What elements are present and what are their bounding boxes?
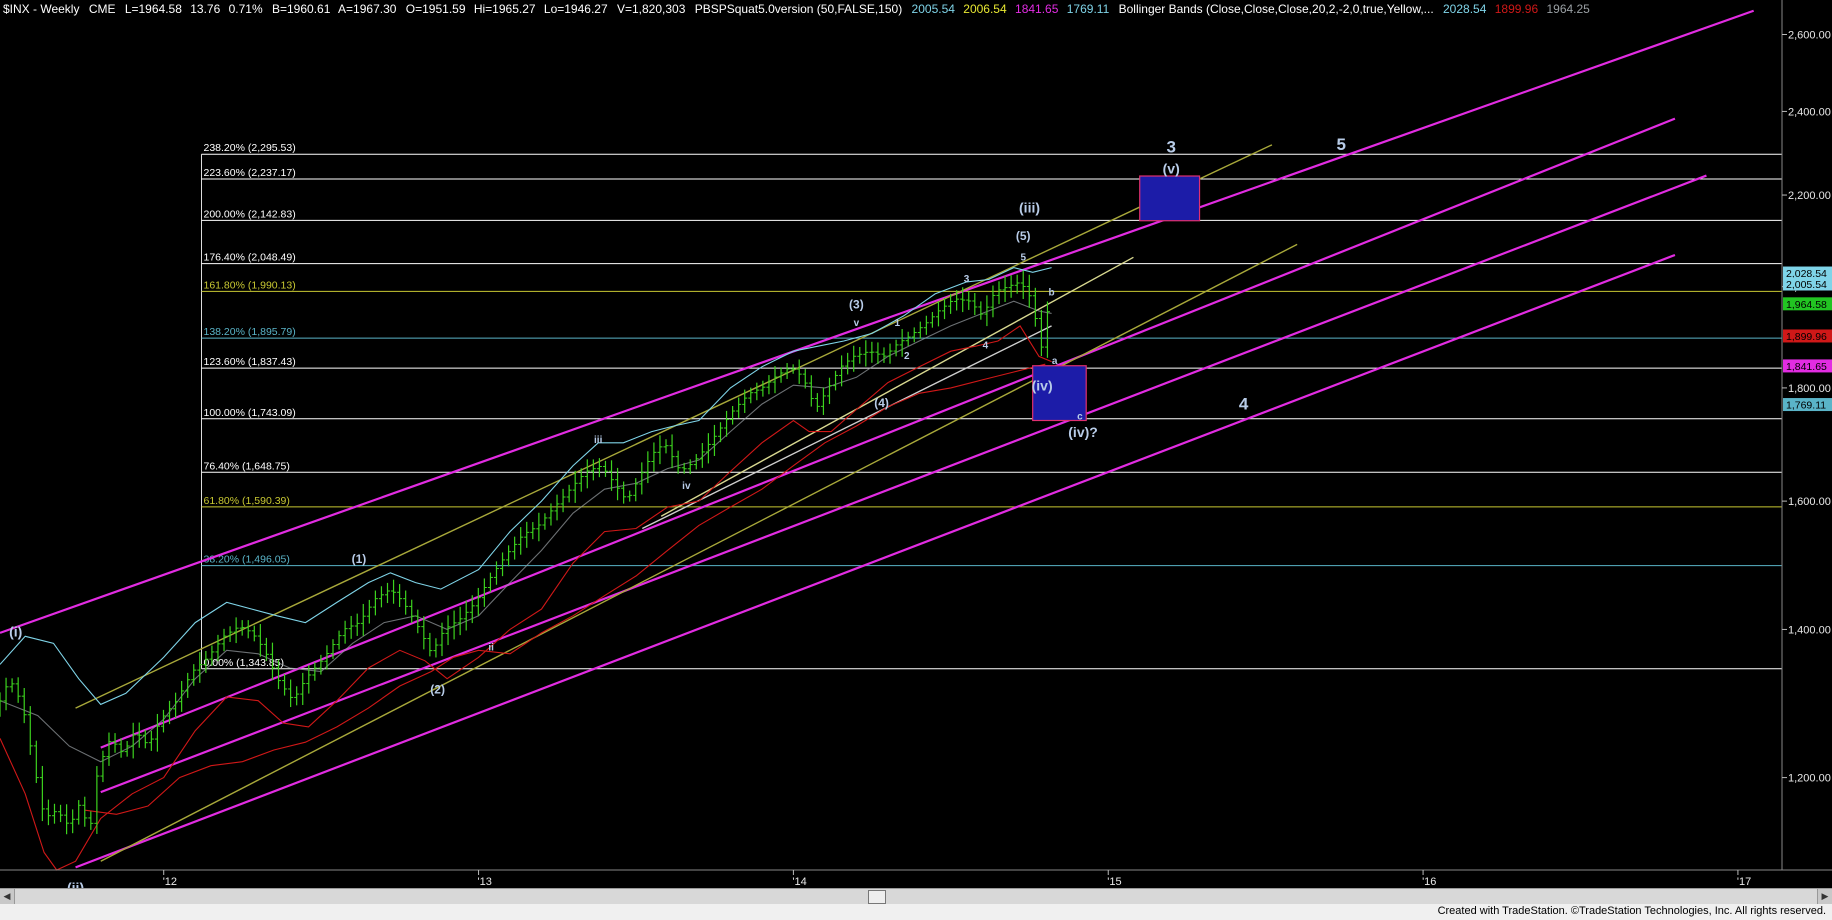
wave-label: iv bbox=[682, 481, 691, 492]
price-tick-label: 2,600.00 bbox=[1788, 29, 1831, 41]
header-indicator2: Bollinger Bands (Close,Close,Close,20,2,… bbox=[1119, 2, 1434, 16]
time-tick-label: '14 bbox=[792, 876, 806, 888]
header-change: 13.76 bbox=[190, 2, 220, 16]
price-tick-label: 1,600.00 bbox=[1788, 496, 1831, 508]
header-volume: V=1,820,303 bbox=[617, 2, 686, 16]
header-low: Lo=1946.27 bbox=[544, 2, 608, 16]
wave-label: c bbox=[1077, 411, 1083, 422]
header-ask: A=1967.30 bbox=[338, 2, 397, 16]
fib-level-label: 76.40% (1,648.75) bbox=[203, 460, 289, 472]
fib-level-label: 161.80% (1,990.13) bbox=[203, 279, 295, 291]
wave-label: b bbox=[1049, 287, 1055, 298]
horizontal-scrollbar[interactable]: ◀ ▶ bbox=[0, 888, 1832, 904]
target-box bbox=[1139, 175, 1201, 222]
wave-label: 5 bbox=[1336, 135, 1345, 154]
price-tick-label: 2,200.00 bbox=[1788, 190, 1831, 202]
time-tick-label: '12 bbox=[163, 876, 177, 888]
wave-label: (3) bbox=[849, 298, 864, 312]
scroll-left-arrow-icon[interactable]: ◀ bbox=[0, 889, 15, 904]
price-tick-label: 1,200.00 bbox=[1788, 773, 1831, 785]
fib-level-label: 238.20% (2,295.53) bbox=[203, 142, 295, 154]
wave-label: 4 bbox=[983, 341, 989, 352]
price-tick-label: 1,400.00 bbox=[1788, 624, 1831, 636]
fib-level-label: 100.00% (1,743.09) bbox=[203, 407, 295, 419]
price-tag-label: 1,769.11 bbox=[1786, 400, 1826, 412]
wave-label: v bbox=[854, 318, 860, 329]
header-bid: B=1960.61 bbox=[272, 2, 331, 16]
price-tag-label: 2,005.54 bbox=[1786, 279, 1827, 291]
wave-label: (iv)? bbox=[1068, 424, 1098, 440]
wave-label: 2 bbox=[904, 351, 910, 362]
time-tick-label: '17 bbox=[1737, 876, 1751, 888]
header-ind1-value2: 2006.54 bbox=[963, 2, 1007, 16]
scroll-right-arrow-icon[interactable]: ▶ bbox=[1817, 889, 1832, 904]
wave-label: ii bbox=[488, 642, 494, 653]
credit-text: Created with TradeStation. ©TradeStation… bbox=[1437, 905, 1826, 917]
fib-level-label: 123.60% (1,837.43) bbox=[203, 356, 295, 368]
wave-label: (4) bbox=[874, 396, 889, 410]
fib-level-label: 176.40% (2,048.49) bbox=[203, 252, 295, 264]
price-tag-label: 1,964.58 bbox=[1786, 299, 1827, 311]
fib-level-label: 138.20% (1,895.79) bbox=[203, 326, 295, 338]
header-exchange: CME bbox=[89, 2, 116, 16]
wave-label: 1 bbox=[895, 318, 901, 329]
header-ind2-value1: 2028.54 bbox=[1443, 2, 1487, 16]
wave-label: (5) bbox=[1016, 229, 1031, 243]
price-tick-label: 1,800.00 bbox=[1788, 383, 1831, 395]
wave-label: (2) bbox=[430, 682, 445, 696]
scrollbar-thumb[interactable] bbox=[868, 890, 886, 904]
wave-label: (iii) bbox=[1019, 200, 1040, 216]
wave-label: 3 bbox=[1166, 137, 1175, 156]
time-tick-label: '16 bbox=[1422, 876, 1436, 888]
header-change-pct: 0.71% bbox=[229, 2, 263, 16]
wave-label: (i) bbox=[9, 623, 22, 639]
chart-area[interactable]: 0.00% (1,343.85) 38.20% (1,496.05) 61.80% … bbox=[0, 0, 1832, 920]
wave-label: (iv) bbox=[1032, 378, 1053, 394]
header-symbol: $INX - Weekly bbox=[3, 2, 79, 16]
wave-label: (1) bbox=[352, 552, 367, 566]
chart-header: $INX - Weekly CME L=1964.58 13.76 0.71% … bbox=[3, 2, 1590, 16]
header-last: L=1964.58 bbox=[125, 2, 182, 16]
wave-label: 3 bbox=[964, 274, 970, 285]
header-indicator1: PBSPSquat5.0version (50,FALSE,150) bbox=[695, 2, 902, 16]
price-tick-label: 2,400.00 bbox=[1788, 106, 1831, 118]
wave-label: iii bbox=[594, 435, 603, 446]
price-tag-label: 1,899.96 bbox=[1786, 331, 1827, 343]
header-ind2-value2: 1899.96 bbox=[1495, 2, 1539, 16]
header-ind2-value3: 1964.25 bbox=[1546, 2, 1590, 16]
fib-level-label: 61.80% (1,590.39) bbox=[203, 495, 289, 507]
chart-background bbox=[0, 0, 1832, 888]
header-ind1-value4: 1769.11 bbox=[1067, 2, 1110, 16]
header-ind1-value3: 1841.65 bbox=[1015, 2, 1059, 16]
wave-label: a bbox=[1052, 356, 1058, 367]
header-high: Hi=1965.27 bbox=[474, 2, 536, 16]
header-ind1-value1: 2005.54 bbox=[912, 2, 956, 16]
fib-level-label: 200.00% (2,142.83) bbox=[203, 208, 295, 220]
time-tick-label: '13 bbox=[478, 876, 492, 888]
status-bar: Created with TradeStation. ©TradeStation… bbox=[0, 904, 1832, 920]
price-chart[interactable]: 0.00% (1,343.85)38.20% (1,496.05)61.80% … bbox=[0, 0, 1832, 895]
time-tick-label: '15 bbox=[1107, 876, 1121, 888]
wave-label: (v) bbox=[1163, 160, 1180, 176]
fib-level-label: 223.60% (2,237.17) bbox=[203, 167, 295, 179]
header-open: O=1951.59 bbox=[406, 2, 466, 16]
price-tag-label: 1,841.65 bbox=[1786, 361, 1827, 373]
wave-label: 4 bbox=[1239, 395, 1249, 414]
wave-label: (ii) bbox=[67, 879, 84, 888]
wave-label: 5 bbox=[1020, 253, 1026, 264]
